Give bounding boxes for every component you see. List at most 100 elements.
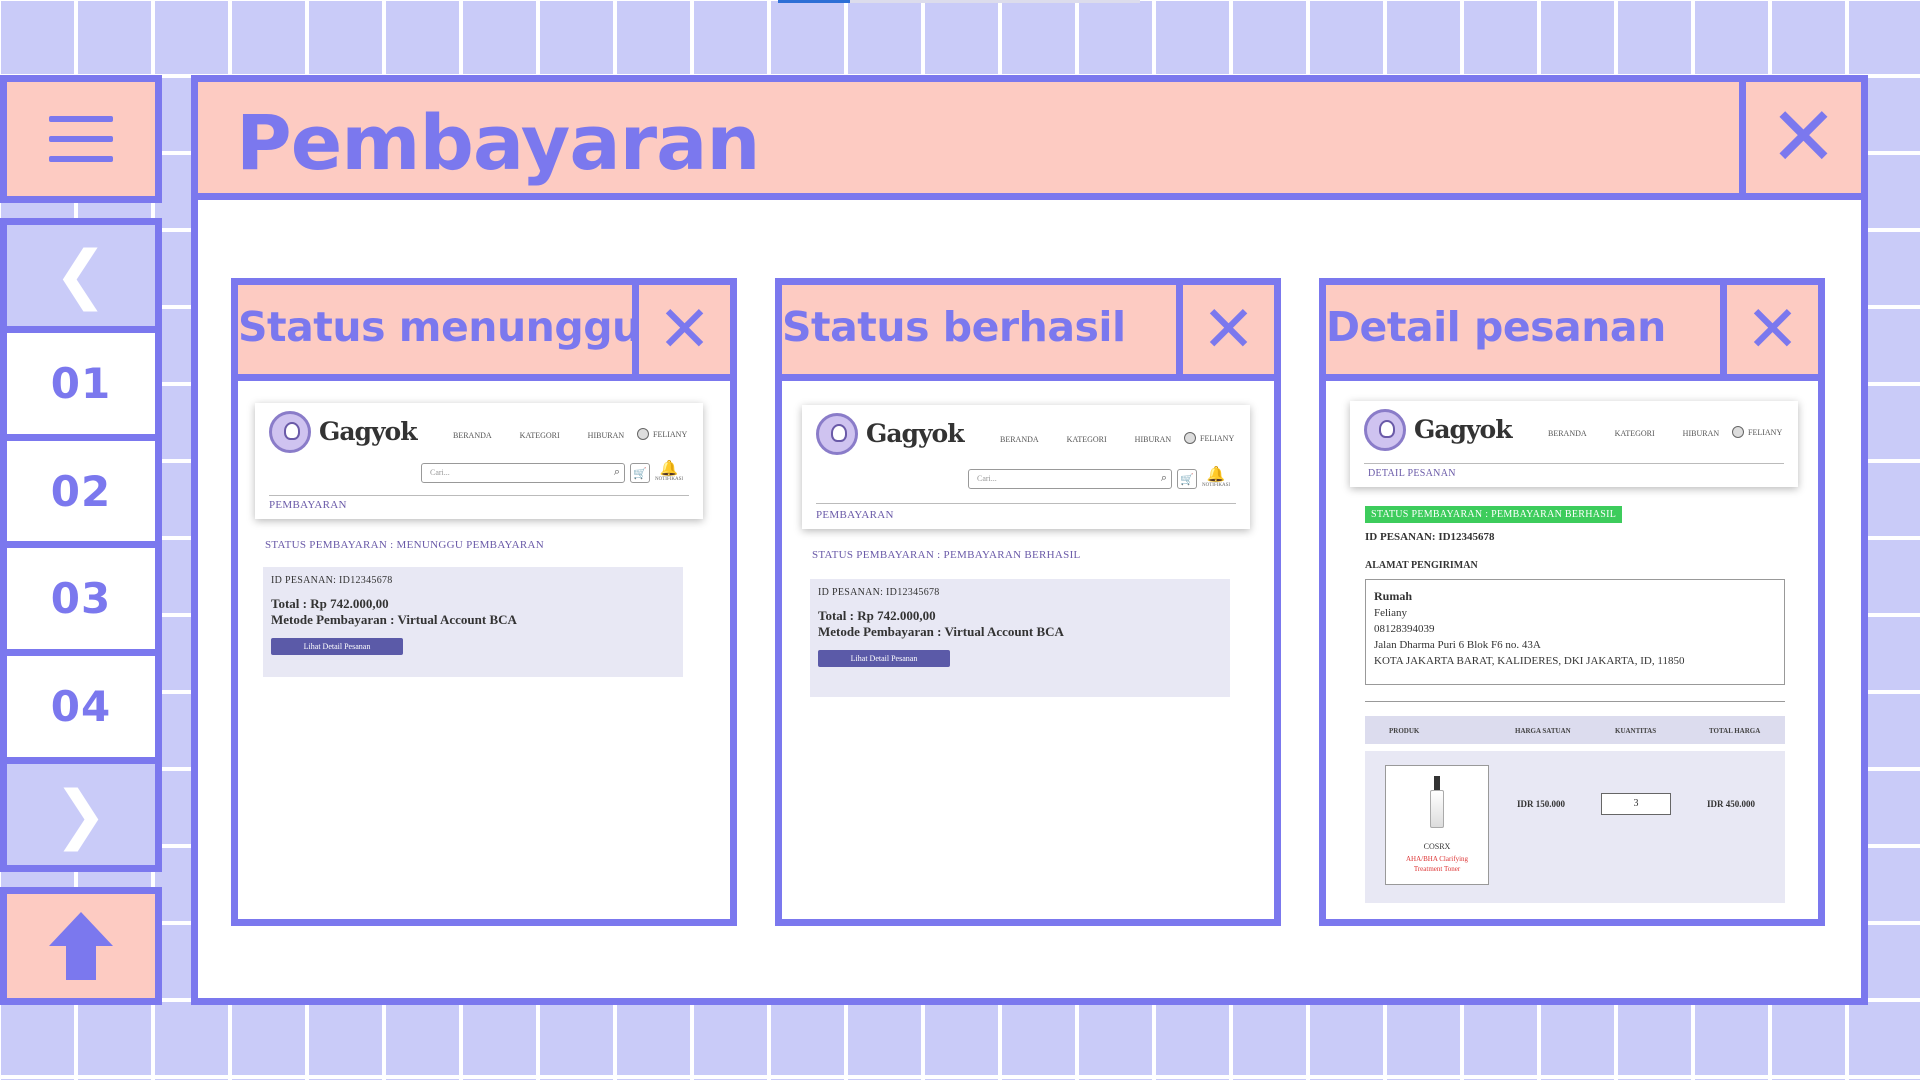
nav-kategori[interactable]: KATEGORI	[1067, 435, 1107, 444]
breadcrumb: PEMBAYARAN	[816, 509, 894, 521]
product-brand: COSRX	[1423, 842, 1451, 851]
user-menu[interactable]: FELIANY	[637, 428, 687, 440]
cart-icon[interactable]: 🛒	[630, 463, 650, 483]
col-produk: PRODUK	[1389, 727, 1420, 735]
panel-header: Detail pesanan ✕	[1326, 285, 1818, 381]
notif-label: NOTIFIKASI	[655, 477, 684, 482]
order-id: ID PESANAN: ID12345678	[271, 575, 393, 586]
user-name: FELIANY	[1748, 427, 1783, 437]
panel-status-waiting: Status menunggu ✕ Gagyok BERANDA KATEGOR…	[231, 278, 737, 926]
divider	[1364, 463, 1784, 464]
panel-body: Gagyok BERANDA KATEGORI HIBURAN FELIANY …	[238, 381, 730, 919]
panel-close-button[interactable]: ✕	[632, 285, 730, 374]
bell-icon[interactable]: 🔔 NOTIFIKASI	[655, 459, 683, 482]
hamburger-icon	[49, 116, 113, 162]
brand-name: Gagyok	[319, 417, 418, 446]
panel-close-button[interactable]: ✕	[1720, 285, 1818, 374]
divider	[816, 503, 1236, 504]
user-name: FELIANY	[1200, 433, 1235, 443]
search-input[interactable]: Cari... ⌕	[421, 463, 625, 483]
logo-icon	[816, 413, 858, 455]
order-total: Total : Rp 742.000,00	[818, 608, 936, 623]
order-summary: ID PESANAN: ID12345678 Total : Rp 742.00…	[810, 579, 1230, 697]
status-badge: STATUS PEMBAYARAN : PEMBAYARAN BERHASIL	[1365, 506, 1623, 523]
nav-beranda[interactable]: BERANDA	[453, 431, 492, 440]
site-header: Gagyok BERANDA KATEGORI HIBURAN FELIANY …	[1350, 401, 1798, 487]
address-street: Jalan Dharma Puri 6 Blok F6 no. 43A	[1374, 639, 1541, 651]
col-total-harga: TOTAL HARGA	[1709, 727, 1761, 735]
menu-button[interactable]	[0, 75, 162, 203]
address-city: KOTA JAKARTA BARAT, KALIDERES, DKI JAKAR…	[1374, 655, 1685, 667]
panel-header: Status menunggu ✕	[238, 285, 730, 381]
search-input[interactable]: Cari... ⌕	[968, 469, 1172, 489]
panel-title: Status berhasil	[782, 303, 1126, 351]
panel-header: Status berhasil ✕	[782, 285, 1274, 381]
site-header: Gagyok BERANDA KATEGORI HIBURAN FELIANY …	[255, 403, 703, 519]
avatar	[637, 428, 649, 440]
order-id: ID PESANAN: ID12345678	[818, 587, 940, 598]
main-close-button[interactable]: ✕	[1739, 82, 1861, 193]
close-icon: ✕	[1745, 292, 1800, 367]
nav-hiburan[interactable]: HIBURAN	[1683, 429, 1719, 438]
payment-method: Metode Pembayaran : Virtual Account BCA	[271, 612, 517, 627]
col-harga-satuan: HARGA SATUAN	[1515, 727, 1571, 735]
panel-order-detail: Detail pesanan ✕ Gagyok BERANDA KATEGORI…	[1319, 278, 1825, 926]
address-label: Rumah	[1374, 589, 1413, 603]
table-row: COSRX AHA/BHA Clarifying Treatment Toner…	[1365, 751, 1785, 903]
site-nav: BERANDA KATEGORI HIBURAN	[453, 431, 624, 440]
nav-hiburan[interactable]: HIBURAN	[1135, 435, 1171, 444]
top-progress-active	[778, 0, 850, 3]
nav-beranda[interactable]: BERANDA	[1548, 429, 1587, 438]
divider	[269, 495, 689, 496]
shipping-address: Rumah Feliany 08128394039 Jalan Dharma P…	[1365, 579, 1785, 685]
order-total: Total : Rp 742.000,00	[271, 596, 389, 611]
page-navigation: ❮ 01 02 03 04 ❯	[0, 218, 162, 872]
panel-body: Gagyok BERANDA KATEGORI HIBURAN FELIANY …	[1326, 381, 1818, 919]
view-order-detail-button[interactable]: Lihat Detail Pesanan	[818, 650, 950, 667]
page-button-04[interactable]: 04	[7, 656, 155, 758]
cart-icon[interactable]: 🛒	[1177, 469, 1197, 489]
search-icon: ⌕	[613, 466, 620, 478]
product-card[interactable]: COSRX AHA/BHA Clarifying Treatment Toner	[1385, 765, 1489, 885]
panel-title: Status menunggu	[238, 303, 641, 351]
arrow-up-icon	[49, 912, 113, 980]
top-progress-indicator	[778, 0, 1140, 3]
next-page-button[interactable]: ❯	[7, 764, 155, 865]
nav-beranda[interactable]: BERANDA	[1000, 435, 1039, 444]
search-icon: ⌕	[1160, 472, 1167, 484]
user-name: FELIANY	[653, 429, 688, 439]
payment-status: STATUS PEMBAYARAN : MENUNGGU PEMBAYARAN	[265, 539, 544, 551]
view-order-detail-button[interactable]: Lihat Detail Pesanan	[271, 638, 403, 655]
recipient-name: Feliany	[1374, 607, 1407, 619]
page-title: Pembayaran	[236, 98, 760, 187]
page-button-03[interactable]: 03	[7, 548, 155, 650]
recipient-phone: 08128394039	[1374, 623, 1435, 635]
notif-label: NOTIFIKASI	[1202, 483, 1231, 488]
nav-kategori[interactable]: KATEGORI	[520, 431, 560, 440]
address-heading: ALAMAT PENGIRIMAN	[1365, 560, 1478, 571]
nav-kategori[interactable]: KATEGORI	[1615, 429, 1655, 438]
brand-name: Gagyok	[1414, 415, 1513, 444]
quantity-input[interactable]: 3	[1601, 793, 1671, 815]
bell-icon[interactable]: 🔔 NOTIFIKASI	[1202, 465, 1230, 488]
panel-status-success: Status berhasil ✕ Gagyok BERANDA KATEGOR…	[775, 278, 1281, 926]
order-summary: ID PESANAN: ID12345678 Total : Rp 742.00…	[263, 567, 683, 677]
close-icon: ✕	[1201, 292, 1256, 367]
prev-page-button[interactable]: ❮	[7, 225, 155, 326]
user-menu[interactable]: FELIANY	[1732, 426, 1782, 438]
site-nav: BERANDA KATEGORI HIBURAN	[1000, 435, 1171, 444]
user-menu[interactable]: FELIANY	[1184, 432, 1234, 444]
breadcrumb: PEMBAYARAN	[269, 499, 347, 511]
nav-hiburan[interactable]: HIBURAN	[588, 431, 624, 440]
order-id: ID PESANAN: ID12345678	[1365, 531, 1495, 543]
product-table-header: PRODUK HARGA SATUAN KUANTITAS TOTAL HARG…	[1365, 716, 1785, 744]
scroll-top-button[interactable]	[0, 887, 162, 1005]
total-price: IDR 450.000	[1707, 799, 1756, 809]
logo-icon	[269, 411, 311, 453]
page-button-01[interactable]: 01	[7, 332, 155, 434]
breadcrumb: DETAIL PESANAN	[1368, 468, 1456, 479]
avatar	[1184, 432, 1196, 444]
panel-close-button[interactable]: ✕	[1176, 285, 1274, 374]
panel-title: Detail pesanan	[1326, 303, 1666, 351]
page-button-02[interactable]: 02	[7, 440, 155, 542]
